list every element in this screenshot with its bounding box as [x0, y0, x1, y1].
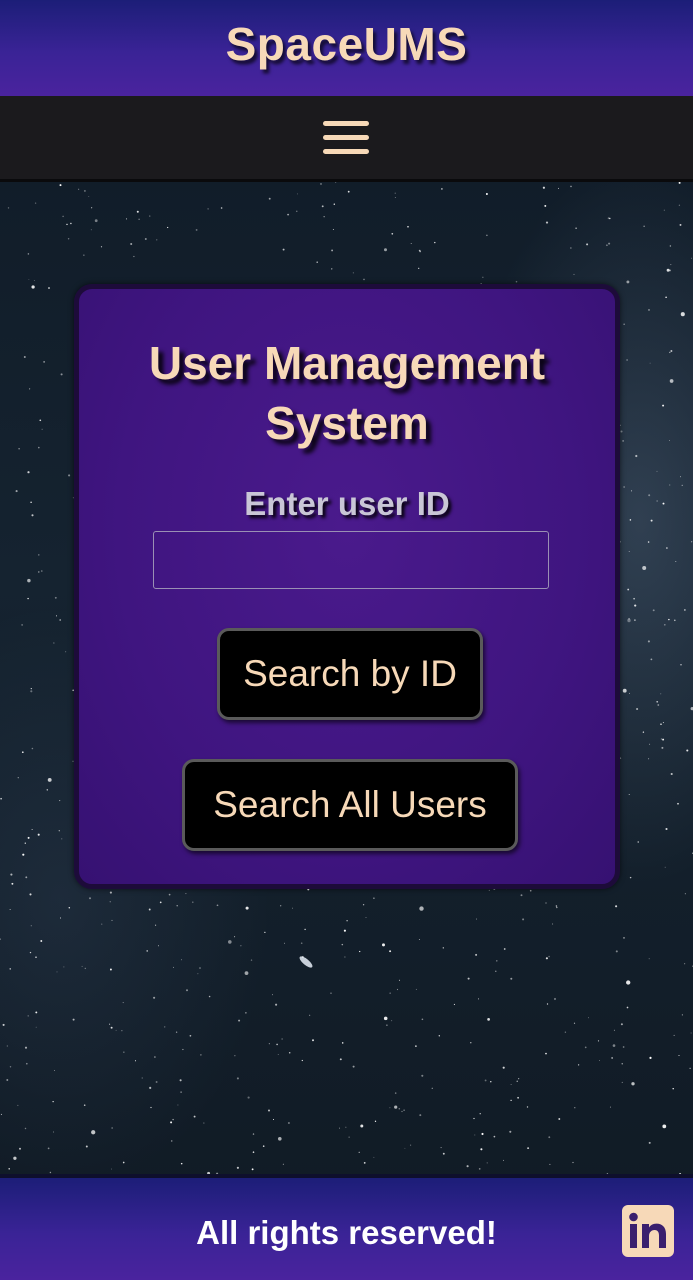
- search-card: User Management System Enter user ID Sea…: [74, 284, 620, 889]
- hamburger-line: [322, 149, 369, 154]
- nav-bar: [0, 96, 693, 182]
- user-id-input[interactable]: [153, 531, 549, 589]
- hamburger-menu-icon[interactable]: [322, 116, 371, 160]
- linkedin-icon[interactable]: [622, 1205, 674, 1257]
- page-title: User Management System: [148, 337, 546, 449]
- app-header: SpaceUMS: [0, 0, 693, 96]
- hamburger-line: [322, 135, 369, 140]
- search-all-users-button[interactable]: Search All Users: [182, 759, 518, 851]
- hamburger-line: [322, 121, 369, 126]
- user-id-label: Enter user ID: [244, 485, 450, 522]
- brand-title: SpaceUMS: [225, 18, 468, 70]
- app-page: SpaceUMS User Management System Enter us…: [0, 0, 693, 1280]
- app-footer: All rights reserved!: [0, 1174, 693, 1280]
- footer-copyright: All rights reserved!: [196, 1214, 497, 1251]
- search-by-id-button[interactable]: Search by ID: [217, 628, 483, 720]
